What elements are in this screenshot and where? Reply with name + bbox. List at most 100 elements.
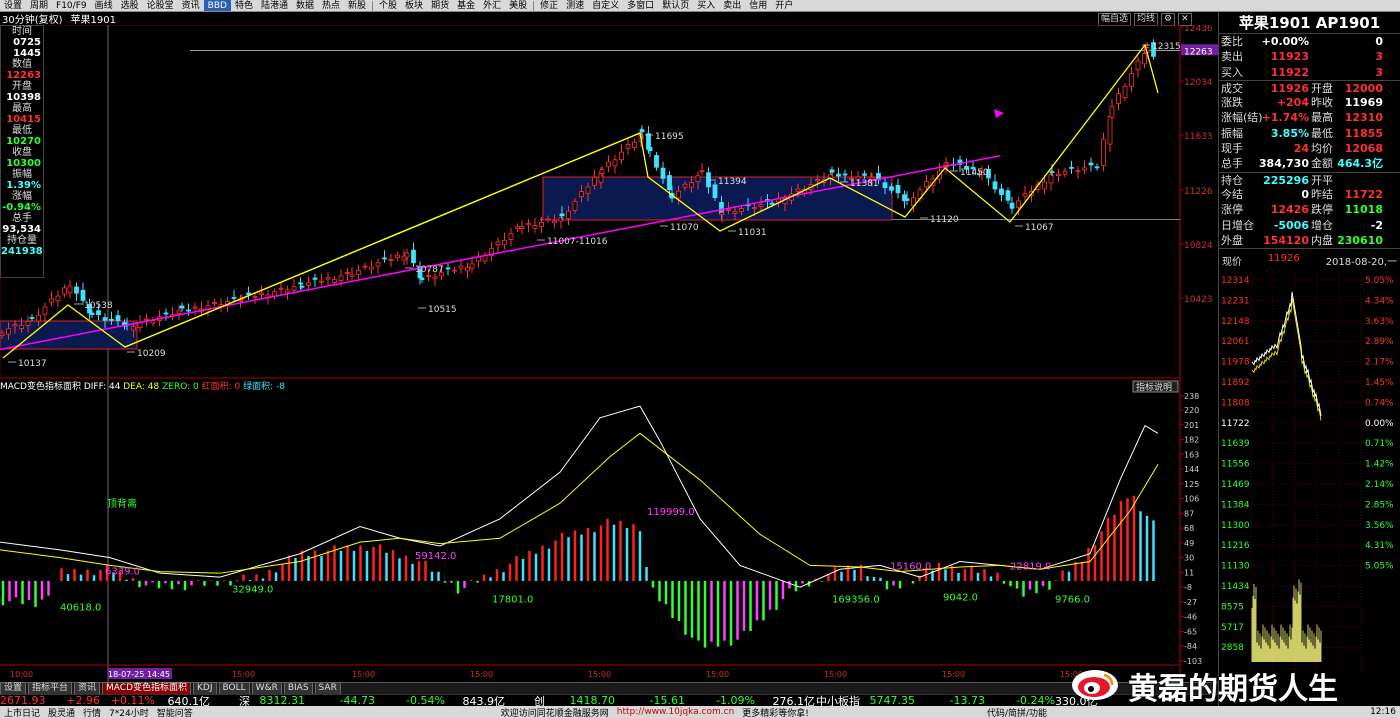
- candle-body: [699, 170, 705, 173]
- toolbar-item-4[interactable]: 选股: [117, 0, 143, 11]
- candle-body: [42, 306, 48, 315]
- toolbar-item-8[interactable]: 特色: [231, 0, 257, 11]
- main-chart[interactable]: 12436 12263 12034 11633 11226 10824 10423 12315…: [0, 25, 1218, 682]
- time-axis-label: 10:00: [10, 670, 33, 679]
- candle-body: [992, 181, 998, 190]
- candle-body: [592, 176, 597, 186]
- toolbar-item-11[interactable]: 热点: [318, 0, 344, 11]
- candle-body: [689, 182, 694, 188]
- quote-value-8: 384,730: [1258, 157, 1309, 171]
- mini-axis-left: 12061: [1221, 337, 1250, 347]
- toolbar-item-17[interactable]: 外汇: [479, 0, 505, 11]
- toolbar-item-15[interactable]: 期货: [427, 0, 453, 11]
- macd-axis-label: -46: [1184, 613, 1197, 622]
- toolbar-item-27[interactable]: 开户: [771, 0, 797, 11]
- macd-header-part: ZERO: 0: [159, 382, 199, 392]
- quote-value-7: 24: [1293, 142, 1309, 156]
- info-value-2: 12263: [6, 70, 41, 81]
- toolbar-item-5[interactable]: 论股堂: [143, 0, 178, 11]
- candle-body: [278, 287, 284, 290]
- candle-body: [752, 207, 757, 209]
- period-label[interactable]: 30分钟(复权): [2, 11, 63, 26]
- info-value-9: 93,534: [2, 224, 41, 235]
- macd-help-label: 指标说明: [1136, 381, 1172, 393]
- candle-body: [375, 262, 381, 267]
- status-item-5[interactable]: 欢迎访问同花顺金融服务网: [497, 706, 613, 718]
- macd-axis-label: 87: [1184, 509, 1194, 518]
- status-item-8[interactable]: 代码/简拼/功能: [983, 706, 1051, 718]
- toolbar-item-16[interactable]: 基金: [453, 0, 479, 11]
- toolbar-item-22[interactable]: 多窗口: [623, 0, 658, 11]
- mini-axis-right: 0.74%: [1365, 399, 1394, 409]
- price-annotation: 11031: [738, 228, 767, 238]
- toolbar-item-19[interactable]: 修正: [536, 0, 562, 11]
- toolbar-item-2[interactable]: F10/F9: [52, 0, 91, 11]
- candle-body: [1116, 93, 1121, 104]
- toolbar-item-1[interactable]: 周期: [26, 0, 52, 11]
- quote-label2-7: 均价: [1311, 142, 1333, 156]
- toolbar-item-7[interactable]: BBD: [203, 0, 231, 11]
- candle-body: [452, 269, 457, 272]
- mini-axis-right: 2.14%: [1365, 480, 1394, 490]
- info-label-3: 开盘: [12, 81, 32, 92]
- toolbar-item-23[interactable]: 默认页: [658, 0, 693, 11]
- status-item-4[interactable]: 智能问答: [153, 706, 197, 718]
- toolbar-item-13[interactable]: 个股: [375, 0, 401, 11]
- candle-body: [1005, 190, 1011, 201]
- toolbar-item-9[interactable]: 陆港通: [257, 0, 292, 11]
- candle-body: [1129, 73, 1134, 87]
- candle-body: [432, 276, 438, 279]
- chart-header: 30分钟(复权) 苹果1901: [0, 11, 1180, 26]
- toolbar-item-6[interactable]: 资讯: [178, 0, 204, 11]
- quote-value2-2: 3: [1375, 65, 1383, 79]
- status-item-3[interactable]: 7*24小时: [105, 706, 153, 718]
- time-axis-label: 15:00: [232, 670, 255, 679]
- toolbar-item-12[interactable]: 新股: [344, 0, 370, 11]
- toolbar-item-18[interactable]: 美股: [505, 0, 531, 11]
- toolbar-item-3[interactable]: 画线: [91, 0, 117, 11]
- candle-body: [102, 317, 108, 321]
- toolbar-item-24[interactable]: 买入: [693, 0, 719, 11]
- candle-body: [795, 188, 801, 192]
- toolbar-item-21[interactable]: 自定义: [588, 0, 623, 11]
- toolbar-item-26[interactable]: 信用: [745, 0, 771, 11]
- status-item-2[interactable]: 行情: [79, 706, 105, 718]
- price-annotation: 10515: [428, 305, 457, 315]
- candle-body: [231, 297, 237, 299]
- candle-body: [349, 274, 355, 277]
- toolbar-item-14[interactable]: 板块: [401, 0, 427, 11]
- quote-row-2: 买入 11922 3: [1219, 65, 1400, 80]
- status-item-9[interactable]: 12:16: [1366, 707, 1400, 717]
- info-label-8: 涨幅: [12, 191, 32, 202]
- status-item-6[interactable]: http://www.10jqka.com.cn: [613, 707, 739, 717]
- macd-axis-label: -65: [1184, 627, 1197, 636]
- macd-axis-label: 182: [1184, 436, 1199, 445]
- candle-body: [726, 209, 731, 211]
- quote-row-5: 涨幅(结) +1.74% 最高 12310: [1219, 110, 1400, 125]
- quote-label-9: 持仓: [1221, 173, 1243, 187]
- candle-body: [895, 185, 901, 194]
- candle-body: [404, 252, 410, 258]
- intraday-mini-chart[interactable]: 12314 12231 12148 12061 11978 11892 11808 11722…: [1219, 272, 1400, 673]
- candle-body: [1022, 193, 1028, 197]
- price-axis-label: 10423: [1184, 295, 1213, 305]
- status-item-0[interactable]: 上市日记: [0, 706, 44, 718]
- quote-title: 苹果1901 AP1901: [1219, 12, 1400, 34]
- status-item-1[interactable]: 股灵通: [44, 706, 79, 718]
- price-annotation: 11394: [718, 177, 747, 187]
- mini-axis-left: 12314: [1221, 276, 1250, 286]
- candle-body: [924, 181, 929, 188]
- status-item-7[interactable]: 更多精彩等你拿!: [738, 706, 813, 718]
- mini-axis-left: 11130: [1221, 562, 1250, 572]
- quote-label2-11: 跌停: [1311, 203, 1333, 217]
- candle-body: [695, 175, 701, 183]
- quote-label2-5: 最高: [1311, 111, 1333, 125]
- candle-body: [1088, 162, 1094, 166]
- toolbar-item-10[interactable]: 数据: [292, 0, 318, 11]
- toolbar-item-20[interactable]: 测速: [562, 0, 588, 11]
- candle-body: [186, 309, 191, 312]
- time-axis-label: 15:00: [942, 670, 965, 679]
- price-axis-label: 11633: [1184, 132, 1213, 142]
- toolbar-item-25[interactable]: 卖出: [719, 0, 745, 11]
- toolbar-item-0[interactable]: 设置: [0, 0, 26, 11]
